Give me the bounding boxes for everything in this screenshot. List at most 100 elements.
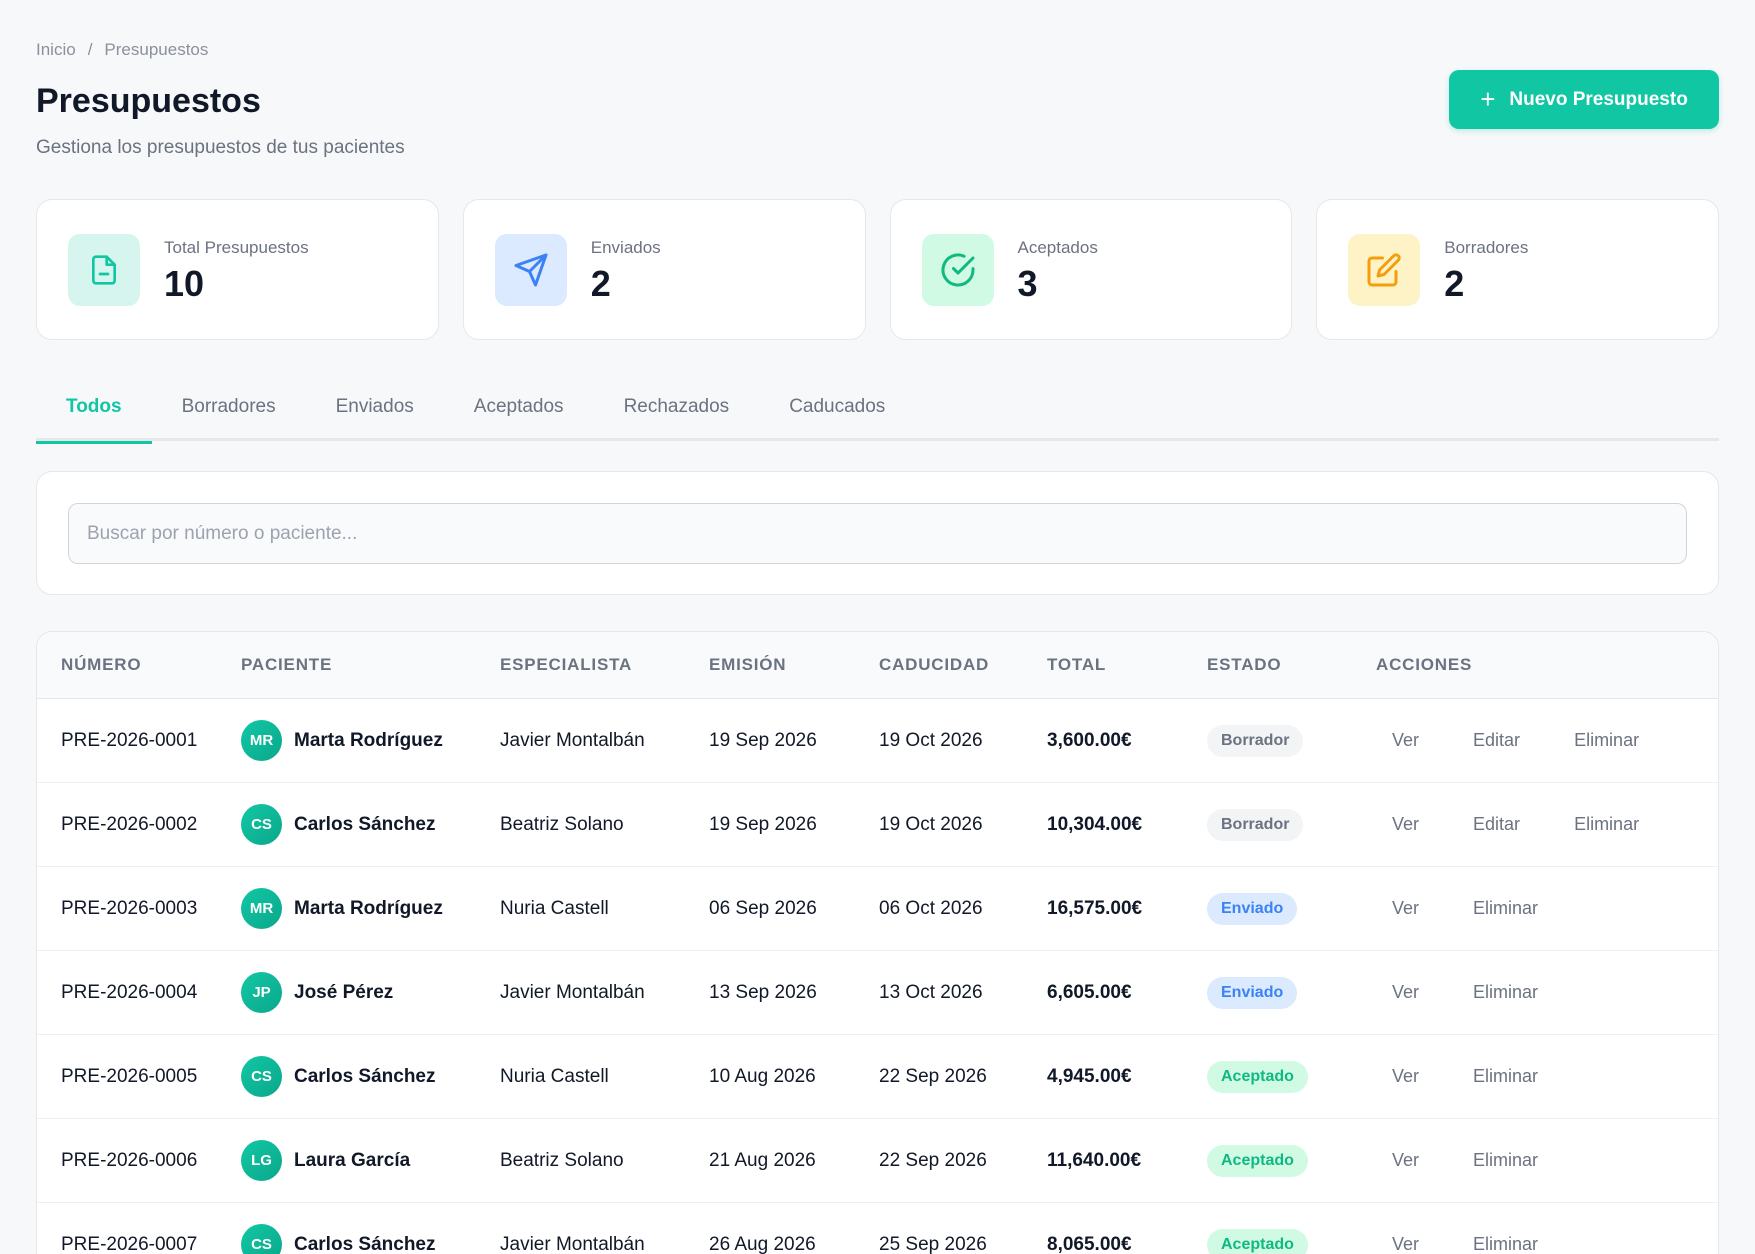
- view-action[interactable]: Ver: [1392, 1234, 1419, 1254]
- column-header-emision[interactable]: EMISIÓN: [709, 655, 879, 675]
- total-amount: 4,945.00€: [1047, 1065, 1132, 1087]
- tab-rechazados[interactable]: Rechazados: [594, 380, 760, 441]
- delete-action[interactable]: Eliminar: [1473, 898, 1538, 919]
- view-action[interactable]: Ver: [1392, 898, 1419, 919]
- new-budget-button[interactable]: + Nuevo Presupuesto: [1449, 70, 1719, 129]
- stat-icon-total: [68, 233, 140, 306]
- row-actions: Ver Editar Eliminar: [1376, 814, 1718, 835]
- new-budget-label: Nuevo Presupuesto: [1509, 88, 1688, 110]
- delete-action[interactable]: Eliminar: [1574, 730, 1639, 751]
- table-row[interactable]: PRE-2026-0002 CS Carlos Sánchez Beatriz Sol…: [37, 783, 1718, 867]
- delete-action[interactable]: Eliminar: [1473, 1066, 1538, 1087]
- table-row[interactable]: PRE-2026-0005 CS Carlos Sánchez Nuria Caste…: [37, 1035, 1718, 1119]
- breadcrumb-current: Presupuestos: [104, 40, 209, 59]
- row-actions: Ver Eliminar: [1376, 1234, 1718, 1254]
- column-header-paciente[interactable]: PACIENTE: [241, 655, 500, 675]
- check-circle-icon: [941, 252, 974, 286]
- file-icon: [92, 254, 116, 285]
- delete-action[interactable]: Eliminar: [1473, 982, 1538, 1003]
- page-subtitle: Gestiona los presupuestos de tus pacient…: [36, 137, 405, 158]
- avatar: CS: [241, 804, 282, 845]
- status-tabs: Todos Borradores Enviados Aceptados Rech…: [36, 380, 1719, 444]
- view-action[interactable]: Ver: [1392, 1150, 1419, 1171]
- column-header-caducidad[interactable]: CADUCIDAD: [879, 655, 1047, 675]
- patient-cell: MR Marta Rodríguez: [241, 888, 500, 929]
- budget-number: PRE-2026-0001: [61, 729, 198, 751]
- tab-aceptados[interactable]: Aceptados: [444, 380, 594, 441]
- budget-number: PRE-2026-0003: [61, 897, 198, 919]
- page-title: Presupuestos: [36, 82, 261, 120]
- expiry-date: 19 Oct 2026: [879, 813, 983, 835]
- avatar: LG: [241, 1140, 282, 1181]
- breadcrumb-home-link[interactable]: Inicio: [36, 40, 76, 60]
- patient-cell: LG Laura García: [241, 1140, 500, 1181]
- stat-value: 3: [1017, 262, 1038, 304]
- avatar: JP: [241, 972, 282, 1013]
- delete-action[interactable]: Eliminar: [1473, 1234, 1538, 1254]
- specialist-name: Beatriz Solano: [500, 813, 624, 835]
- status-badge: Enviado: [1207, 892, 1298, 925]
- status-cell: Aceptado: [1207, 1060, 1376, 1093]
- tab-todos[interactable]: Todos: [36, 380, 152, 444]
- patient-name: Carlos Sánchez: [294, 1065, 436, 1087]
- avatar: CS: [241, 1224, 282, 1254]
- edit-action[interactable]: Editar: [1473, 814, 1520, 835]
- delete-action[interactable]: Eliminar: [1574, 814, 1639, 835]
- issue-date: 21 Aug 2026: [709, 1149, 816, 1171]
- table-row[interactable]: PRE-2026-0004 JP José Pérez Javier Montalbá…: [37, 951, 1718, 1035]
- view-action[interactable]: Ver: [1392, 730, 1419, 751]
- expiry-date: 13 Oct 2026: [879, 981, 983, 1003]
- column-header-numero[interactable]: NÚMERO: [37, 655, 241, 675]
- search-input[interactable]: [68, 503, 1687, 564]
- table-row[interactable]: PRE-2026-0003 MR Marta Rodríguez Nuria Cast…: [37, 867, 1718, 951]
- view-action[interactable]: Ver: [1392, 982, 1419, 1003]
- column-header-estado[interactable]: ESTADO: [1207, 655, 1376, 675]
- status-badge: Aceptado: [1207, 1228, 1308, 1254]
- specialist-name: Nuria Castell: [500, 897, 609, 919]
- patient-cell: MR Marta Rodríguez: [241, 720, 500, 761]
- issue-date: 26 Aug 2026: [709, 1233, 816, 1254]
- row-actions: Ver Eliminar: [1376, 982, 1718, 1003]
- budgets-table: NÚMERO PACIENTE ESPECIALISTA EMISIÓN CAD…: [36, 631, 1719, 1254]
- status-badge: Borrador: [1207, 808, 1304, 841]
- tab-borradores[interactable]: Borradores: [152, 380, 306, 441]
- total-amount: 16,575.00€: [1047, 897, 1143, 919]
- patient-name: Carlos Sánchez: [294, 1233, 436, 1254]
- table-body: PRE-2026-0001 MR Marta Rodríguez Javier Mon…: [37, 699, 1718, 1254]
- stat-value: 2: [1444, 262, 1465, 304]
- stat-value: 2: [590, 262, 611, 304]
- stat-icon-sent: [494, 233, 567, 306]
- view-action[interactable]: Ver: [1392, 1066, 1419, 1087]
- table-row[interactable]: PRE-2026-0006 LG Laura García Beatriz Solan…: [37, 1119, 1718, 1203]
- search-card: [36, 471, 1719, 595]
- delete-action[interactable]: Eliminar: [1473, 1150, 1538, 1171]
- edit-icon: [1367, 252, 1401, 286]
- issue-date: 13 Sep 2026: [709, 981, 817, 1003]
- avatar: CS: [241, 1056, 282, 1097]
- column-header-total[interactable]: TOTAL: [1047, 655, 1207, 675]
- send-icon: [514, 253, 548, 286]
- edit-action[interactable]: Editar: [1473, 730, 1520, 751]
- budget-number: PRE-2026-0006: [61, 1149, 198, 1171]
- row-actions: Ver Eliminar: [1376, 1150, 1718, 1171]
- stat-label: Aceptados: [1017, 237, 1098, 257]
- tab-caducados[interactable]: Caducados: [759, 380, 915, 441]
- expiry-date: 22 Sep 2026: [879, 1065, 987, 1087]
- column-header-especialista[interactable]: ESPECIALISTA: [500, 655, 709, 675]
- stat-card-total: Total Presupuestos 10: [36, 199, 439, 340]
- patient-cell: CS Carlos Sánchez: [241, 804, 500, 845]
- tab-enviados[interactable]: Enviados: [306, 380, 444, 441]
- table-row[interactable]: PRE-2026-0007 CS Carlos Sánchez Javier Mont…: [37, 1203, 1718, 1254]
- stat-label: Total Presupuestos: [164, 237, 309, 257]
- total-amount: 10,304.00€: [1047, 813, 1143, 835]
- budget-number: PRE-2026-0002: [61, 813, 198, 835]
- issue-date: 19 Sep 2026: [709, 729, 817, 751]
- status-cell: Enviado: [1207, 892, 1376, 925]
- patient-name: Carlos Sánchez: [294, 813, 436, 835]
- patient-name: Laura García: [294, 1149, 411, 1171]
- total-amount: 11,640.00€: [1047, 1149, 1142, 1171]
- view-action[interactable]: Ver: [1392, 814, 1419, 835]
- status-badge: Aceptado: [1207, 1144, 1308, 1177]
- patient-name: José Pérez: [294, 981, 394, 1003]
- table-row[interactable]: PRE-2026-0001 MR Marta Rodríguez Javier Mon…: [37, 699, 1718, 783]
